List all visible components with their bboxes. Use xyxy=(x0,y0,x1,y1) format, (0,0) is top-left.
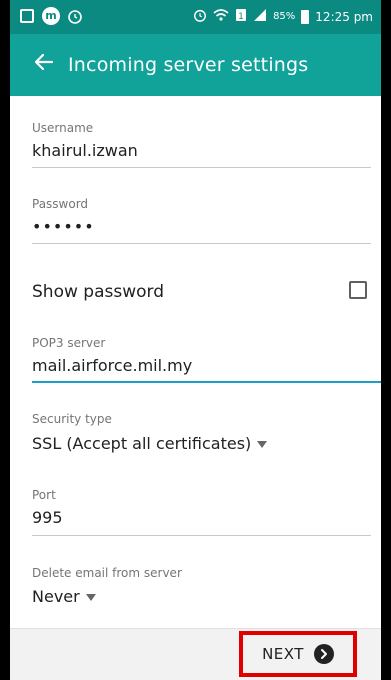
password-label: Password xyxy=(32,197,89,211)
status-bar: m 1 85% 12:25 pm xyxy=(10,0,381,34)
wifi-icon xyxy=(213,8,229,25)
next-button[interactable]: NEXT xyxy=(239,631,357,677)
alarm-icon xyxy=(66,7,84,25)
security-type-label: Security type xyxy=(32,412,112,426)
bottom-action-bar: NEXT xyxy=(10,628,381,680)
back-arrow-icon[interactable] xyxy=(32,50,56,74)
page-title: Incoming server settings xyxy=(68,54,309,76)
pop3-server-label: POP3 server xyxy=(32,336,106,350)
pop3-server-underline xyxy=(32,381,381,383)
signal-icon xyxy=(253,8,267,25)
password-underline xyxy=(32,243,371,244)
sim-icon: 1 xyxy=(235,8,247,25)
port-field[interactable]: 995 xyxy=(32,508,63,527)
battery-icon xyxy=(301,9,310,24)
dropdown-caret-icon xyxy=(257,441,268,448)
show-password-checkbox[interactable] xyxy=(349,281,367,299)
battery-percent: 85% xyxy=(273,11,296,22)
next-button-label: NEXT xyxy=(262,645,304,663)
port-label: Port xyxy=(32,488,56,502)
message-icon: m xyxy=(42,7,60,25)
username-label: Username xyxy=(32,121,94,135)
phone-screen: m 1 85% 12:25 pm Incoming server setting… xyxy=(10,0,381,680)
password-field[interactable]: •••••• xyxy=(32,217,95,236)
pop3-server-field[interactable]: mail.airforce.mil.my xyxy=(32,356,192,375)
clock: 12:25 pm xyxy=(315,9,373,24)
security-type-value: SSL (Accept all certificates) xyxy=(32,434,252,453)
next-arrow-icon xyxy=(313,644,334,664)
alarm-icon xyxy=(193,8,207,25)
port-underline xyxy=(32,535,371,536)
show-password-label: Show password xyxy=(32,282,164,302)
delete-email-dropdown[interactable]: Never xyxy=(32,587,96,606)
delete-email-value: Never xyxy=(32,587,80,606)
username-underline xyxy=(32,167,371,168)
delete-email-label: Delete email from server xyxy=(32,566,182,580)
gallery-icon xyxy=(18,7,36,25)
app-toolbar: Incoming server settings xyxy=(10,34,381,96)
dropdown-caret-icon xyxy=(85,594,96,601)
settings-form: Username khairul.izwan Password •••••• S… xyxy=(10,96,381,628)
username-field[interactable]: khairul.izwan xyxy=(32,141,138,160)
svg-text:1: 1 xyxy=(238,12,244,22)
security-type-dropdown[interactable]: SSL (Accept all certificates) xyxy=(32,434,268,453)
